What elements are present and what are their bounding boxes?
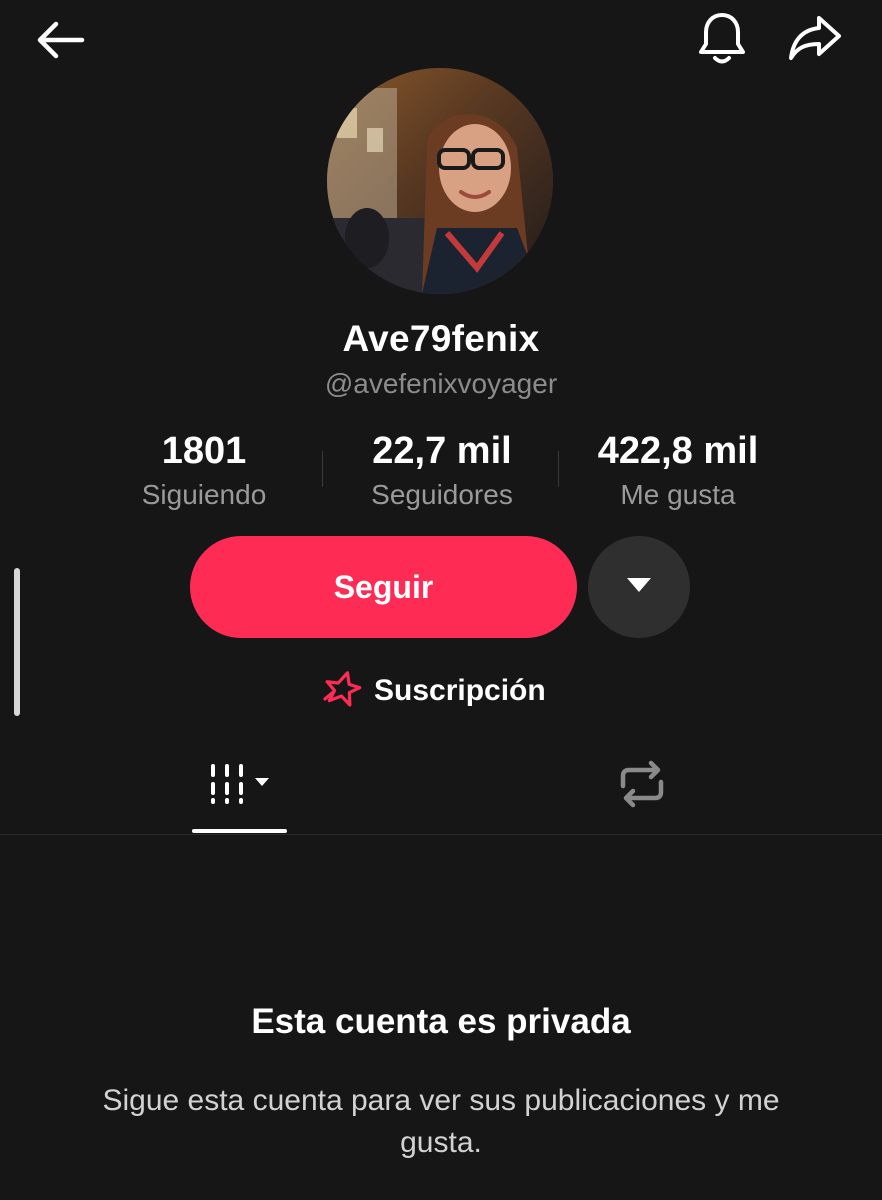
stat-label: Seguidores xyxy=(371,479,513,510)
notifications-button[interactable] xyxy=(690,10,754,70)
stat-value: 22,7 mil xyxy=(372,430,512,472)
more-options-button[interactable] xyxy=(588,536,690,638)
tab-videos[interactable] xyxy=(192,740,288,832)
stat-label: Siguiendo xyxy=(141,479,267,510)
scrollbar[interactable] xyxy=(14,568,20,716)
stat-label: Me gusta xyxy=(620,479,736,510)
divider xyxy=(0,834,882,835)
stat-following[interactable]: 1801 Siguiendo xyxy=(104,430,304,511)
stat-value: 1801 xyxy=(161,430,247,472)
stat-followers[interactable]: 22,7 mil Seguidores xyxy=(340,430,544,511)
star-outline-icon xyxy=(322,669,362,714)
caret-down-icon xyxy=(626,577,652,598)
share-button[interactable] xyxy=(782,10,848,70)
video-grid-icon xyxy=(205,762,275,811)
follow-button[interactable]: Seguir xyxy=(190,536,577,638)
subscription-label: Suscripción xyxy=(374,674,546,707)
stat-divider xyxy=(558,451,559,487)
subscription-link[interactable]: Suscripción xyxy=(322,668,546,714)
share-arrow-icon xyxy=(787,14,843,67)
stat-likes[interactable]: 422,8 mil Me gusta xyxy=(572,430,784,511)
back-button[interactable] xyxy=(30,14,90,70)
private-account-description: Sigue esta cuenta para ver sus publicaci… xyxy=(102,1084,780,1159)
private-account-title: Esta cuenta es privada xyxy=(251,1002,631,1041)
arrow-left-icon xyxy=(34,20,86,65)
bell-icon xyxy=(696,10,748,71)
repost-icon xyxy=(615,760,669,813)
tab-reposts[interactable] xyxy=(594,740,690,832)
tab-selected-indicator xyxy=(192,829,287,833)
username: @avefenixvoyager xyxy=(324,368,558,399)
stat-value: 422,8 mil xyxy=(597,430,759,472)
display-name: Ave79fenix xyxy=(342,318,540,359)
avatar[interactable] xyxy=(327,68,553,294)
stat-divider xyxy=(322,451,323,487)
